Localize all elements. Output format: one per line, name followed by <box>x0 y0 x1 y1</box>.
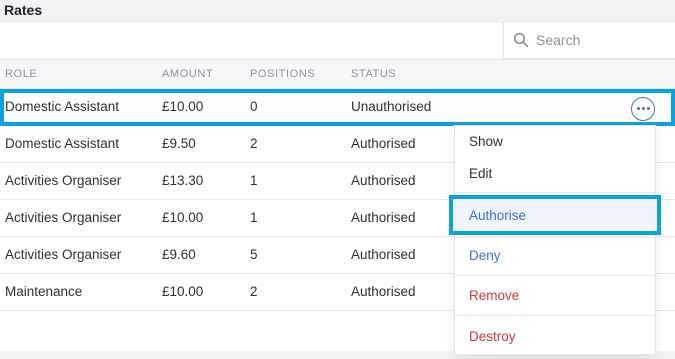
menu-item-destroy[interactable]: Destroy <box>469 329 516 344</box>
cell-positions: 2 <box>250 136 258 151</box>
cell-status: Authorised <box>351 247 416 262</box>
cell-role: Domestic Assistant <box>5 99 120 114</box>
cell-status: Authorised <box>351 284 416 299</box>
menu-item-deny[interactable]: Deny <box>469 248 501 263</box>
cell-role: Maintenance <box>5 284 83 299</box>
menu-item-authorise-label: Authorise <box>469 208 527 223</box>
column-header-amount[interactable]: AMOUNT <box>162 68 213 80</box>
table-row[interactable]: Domestic Assistant £10.00 0 Unauthorised <box>0 89 675 126</box>
search-input[interactable] <box>536 30 671 50</box>
cell-positions: 5 <box>250 247 258 262</box>
page-title: Rates <box>4 2 43 18</box>
column-header-role[interactable]: ROLE <box>5 68 37 80</box>
table-header: ROLE AMOUNT POSITIONS STATUS <box>0 59 675 89</box>
row-actions-menu: Show Edit Authorise Deny Remove Destroy <box>449 125 661 355</box>
column-header-positions[interactable]: POSITIONS <box>250 68 315 80</box>
cell-positions: 1 <box>250 173 258 188</box>
row-actions-button[interactable] <box>631 97 655 121</box>
cell-role: Activities Organiser <box>5 173 122 188</box>
cell-amount: £10.00 <box>162 210 204 225</box>
cell-role: Activities Organiser <box>5 247 122 262</box>
menu-divider <box>455 275 655 276</box>
cell-amount: £10.00 <box>162 99 204 114</box>
menu-divider <box>455 237 655 238</box>
cell-positions: 0 <box>250 99 258 114</box>
cell-status: Authorised <box>351 173 416 188</box>
cell-positions: 1 <box>250 210 258 225</box>
cell-amount: £9.50 <box>162 136 196 151</box>
cell-amount: £9.60 <box>162 247 196 262</box>
cell-status: Unauthorised <box>351 99 432 114</box>
cell-amount: £13.30 <box>162 173 204 188</box>
more-horizontal-icon <box>637 107 640 110</box>
menu-item-authorise[interactable]: Authorise <box>449 195 661 235</box>
cell-role: Domestic Assistant <box>5 136 120 151</box>
cell-status: Authorised <box>351 136 416 151</box>
menu-divider <box>455 315 655 316</box>
column-header-status[interactable]: STATUS <box>351 68 396 80</box>
menu-item-show[interactable]: Show <box>469 134 503 149</box>
menu-item-edit[interactable]: Edit <box>469 166 492 181</box>
search-icon <box>513 32 529 48</box>
menu-item-remove[interactable]: Remove <box>469 288 519 303</box>
cell-positions: 2 <box>250 284 258 299</box>
menu-divider <box>455 192 655 193</box>
cell-role: Activities Organiser <box>5 210 122 225</box>
cell-amount: £10.00 <box>162 284 204 299</box>
search-box[interactable] <box>503 22 675 59</box>
cell-status: Authorised <box>351 210 416 225</box>
